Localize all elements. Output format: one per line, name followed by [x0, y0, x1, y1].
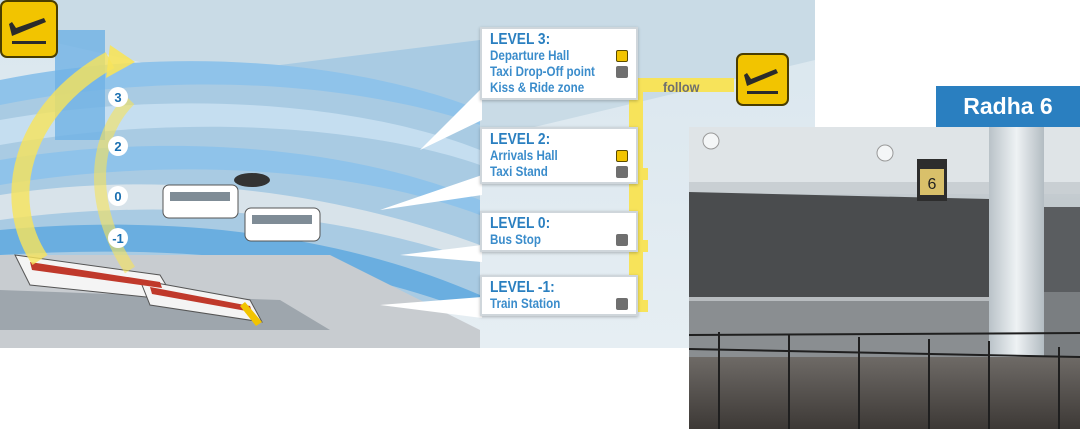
level-heading: LEVEL 3:	[490, 31, 551, 48]
floor-number: -1	[112, 231, 124, 246]
follow-label: follow	[663, 79, 700, 95]
departure-sign-icon	[0, 0, 58, 58]
check-in-photo-illustration: 6	[689, 127, 1080, 429]
level-item: Train Station	[490, 296, 628, 312]
level-2-panel: LEVEL 2: Arrivals Hall Taxi Stand	[480, 127, 638, 184]
floor-number: 2	[114, 139, 121, 154]
floor-number: 3	[114, 90, 121, 105]
level-heading: LEVEL 0:	[490, 215, 551, 232]
level-heading: LEVEL -1:	[490, 279, 555, 296]
level-item: Taxi Stand	[490, 164, 628, 180]
level-item: Departure Hall	[490, 48, 628, 64]
photo-title: Radha 6	[936, 86, 1080, 127]
level-item: Taxi Drop-Off point	[490, 64, 628, 80]
level-item: Kiss & Ride zone	[490, 80, 585, 95]
check-in-number-sign: 6	[928, 176, 937, 193]
level-item: Bus Stop	[490, 232, 628, 248]
level-item: Arrivals Hall	[490, 148, 628, 164]
floor-number: 0	[114, 189, 121, 204]
taxi-icon	[616, 166, 628, 178]
level-3-panel: LEVEL 3: Departure Hall Taxi Drop-Off po…	[480, 27, 638, 100]
follow-departure-sign-icon	[736, 53, 789, 106]
train-icon	[616, 298, 628, 310]
level-0-panel: LEVEL 0: Bus Stop	[480, 211, 638, 252]
level-minus-1-panel: LEVEL -1: Train Station	[480, 275, 638, 316]
level-heading: LEVEL 2:	[490, 131, 551, 148]
bus-icon	[616, 234, 628, 246]
arrival-plane-icon	[616, 150, 628, 162]
taxi-icon	[616, 66, 628, 78]
departure-plane-icon	[616, 50, 628, 62]
check-in-counter-photo: 6	[689, 127, 1080, 429]
